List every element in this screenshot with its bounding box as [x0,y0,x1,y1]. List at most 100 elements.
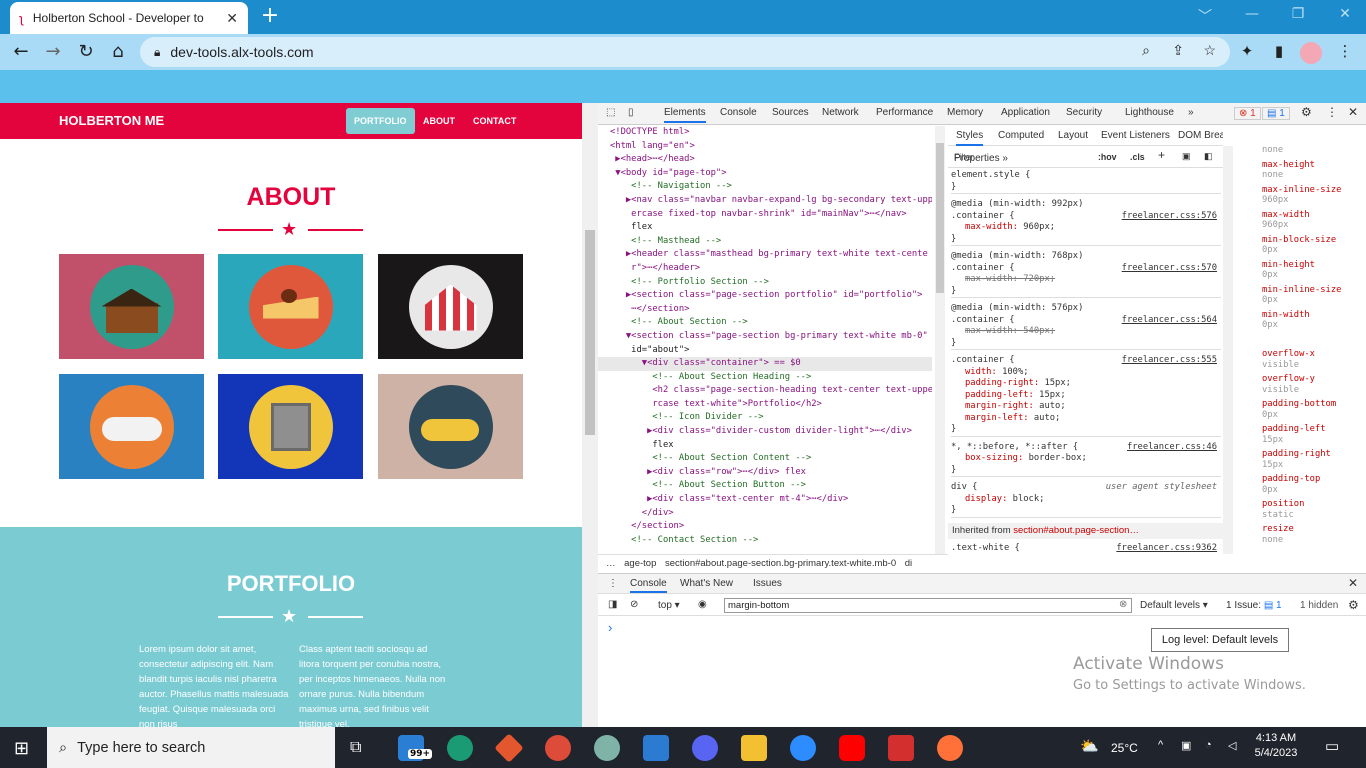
weather-temp[interactable]: 25°C [1111,741,1138,755]
drawer-tab-issues[interactable]: Issues [753,578,782,589]
rule-source-link[interactable]: user agent stylesheet [1106,482,1217,494]
dom-node-line[interactable]: <!-- About Section Heading --> [598,371,932,385]
page-scrollbar-thumb[interactable] [585,230,595,435]
youtube-icon[interactable] [839,735,865,761]
dom-node-line[interactable]: flex [598,221,932,235]
app-icon[interactable] [594,735,620,761]
window-close-icon[interactable]: ✕ [1330,6,1360,26]
rule-source-link[interactable]: freelancer.css:570 [1122,263,1217,275]
elements-scrollbar-thumb[interactable] [936,143,944,293]
tab-computed[interactable]: Computed [998,130,1044,142]
dom-node-line[interactable]: ▼<body id="page-top"> [598,167,932,181]
drawer-tab-console[interactable]: Console [630,578,667,593]
computed-property[interactable]: padding-right 15px [1238,449,1366,470]
breadcrumb-item[interactable]: … [606,558,616,569]
menu-kebab-icon[interactable]: ⋮ [1334,42,1356,64]
dom-node-line[interactable]: flex [598,439,932,453]
tab-sources[interactable]: Sources [772,107,809,118]
issues-link[interactable]: 1 Issue: ▤ 1 [1226,600,1282,611]
css-declaration[interactable]: padding-left: 15px; [951,390,1221,402]
zoom-icon[interactable] [790,735,816,761]
tab-network[interactable]: Network [822,107,859,118]
windows-start-icon[interactable]: ⊞ [14,738,29,759]
hov-toggle[interactable]: :hov [1098,152,1117,164]
css-declaration[interactable]: display: block; [951,494,1221,506]
style-rule[interactable]: @media (min-width: 992px) .container {fr… [951,199,1221,246]
tab-layout[interactable]: Layout [1058,130,1088,142]
dom-node-line[interactable]: ▶<div class="row">⋯</div> flex [598,466,932,480]
drawer-tab-whats-new[interactable]: What's New [680,578,733,589]
css-declaration[interactable]: max-width: 720px; [951,274,1221,286]
computed-property[interactable]: padding-bottom 0px [1238,399,1366,420]
file-explorer-icon[interactable] [741,735,767,761]
css-declaration[interactable]: padding-right: 15px; [951,378,1221,390]
tab-console[interactable]: Console [720,107,757,118]
computed-property[interactable]: overflow-x visible [1238,349,1366,370]
css-declaration[interactable]: box-sizing: border-box; [951,453,1221,465]
rule-source-link[interactable]: freelancer.css:564 [1122,315,1217,327]
computed-property[interactable]: padding-top 0px [1238,474,1366,495]
color-palette-icon[interactable]: ▣ [1182,151,1190,163]
computed-property[interactable]: padding-left 15px [1238,424,1366,445]
device-toggle-icon[interactable]: ▯ [628,107,634,118]
back-icon[interactable]: ← [10,42,32,64]
live-expression-eye-icon[interactable]: ◉ [698,599,707,610]
forward-icon[interactable]: → [42,42,64,64]
dom-node-line[interactable]: <!-- Portfolio Section --> [598,276,932,290]
tray-chevron-icon[interactable]: ^ [1158,739,1163,751]
tab-memory[interactable]: Memory [947,107,983,118]
chrome-icon[interactable] [545,735,571,761]
zoom-icon[interactable]: ⌕ [1142,42,1150,59]
toggle-sidebar-icon[interactable]: ◧ [1204,151,1212,163]
settings-gear-icon[interactable]: ⚙ [1301,105,1312,119]
volume-icon[interactable]: ◁ [1228,739,1236,752]
computed-property[interactable]: max-width 960px [1238,210,1366,231]
share-icon[interactable]: ⇪ [1172,42,1184,59]
computed-property[interactable]: min-block-size 0px [1238,235,1366,256]
console-settings-icon[interactable]: ⚙ [1348,598,1359,612]
nav-portfolio[interactable]: PORTFOLIO [346,108,415,134]
more-tabs-icon[interactable]: » [1188,107,1194,118]
dom-node-line[interactable]: <!-- About Section Button --> [598,479,932,493]
computed-property[interactable]: min-width 0px [1238,310,1366,331]
tab-active[interactable]: ʅ Holberton School - Developer to ✕ [10,2,248,34]
tab-lighthouse[interactable]: Lighthouse [1125,107,1174,118]
devtools-menu-icon[interactable]: ⋮ [1326,105,1338,119]
clear-console-icon[interactable]: ⊘ [630,599,638,610]
dom-node-line[interactable]: ▶<head>⋯</head> [598,153,932,167]
firefox-icon[interactable] [937,735,963,761]
error-badge[interactable]: ⊗ 1 [1234,107,1261,120]
dom-node-line[interactable]: ⋯</section> [598,303,932,317]
dom-node-line[interactable]: <!-- Navigation --> [598,180,932,194]
rule-source-link[interactable]: freelancer.css:576 [1122,211,1217,223]
tab-close-icon[interactable]: ✕ [226,10,238,27]
styles-scrollbar[interactable] [1223,146,1233,554]
dom-node-line[interactable]: <!DOCTYPE html> [598,126,932,140]
computed-property[interactable]: overflow-y visible [1238,374,1366,395]
portfolio-tile-circus[interactable] [378,254,523,359]
log-level-select[interactable]: Default levels ▾ [1140,600,1208,611]
clock[interactable]: 4:13 AM 5/4/2023 [1249,732,1303,759]
style-rule[interactable]: .text-white {freelancer.css:9362color: □… [951,543,1221,555]
dom-node-line[interactable]: ▶<header class="masthead bg-primary text… [598,248,932,262]
portfolio-tile-safe[interactable] [218,374,363,479]
tab-search-icon[interactable]: ﹀ [1190,6,1220,26]
more-styles-tabs-icon[interactable]: Properties » [954,153,1008,164]
portfolio-tile-game[interactable] [59,374,204,479]
tab-dom-breakpoints[interactable]: DOM Breakpoints [1178,130,1223,142]
computed-property[interactable]: max-inline-size 960px [1238,185,1366,206]
dom-node-line[interactable]: <!-- About Section Content --> [598,452,932,466]
dom-node-line[interactable]: <!-- Icon Divider --> [598,411,932,425]
computed-property[interactable]: none [1238,145,1366,156]
style-rule[interactable]: @media (min-width: 576px) .container {fr… [951,303,1221,350]
style-rule[interactable]: @media (min-width: 768px) .container {fr… [951,251,1221,298]
tab-event-listeners[interactable]: Event Listeners [1101,130,1170,142]
site-brand[interactable]: HOLBERTON ME [59,113,164,128]
nav-about[interactable]: ABOUT [415,108,463,134]
dom-node-line[interactable]: rcase text-white">Portfolio</h2> [598,398,932,412]
dom-node-line[interactable]: ercase fixed-top navbar-shrink" id="main… [598,208,932,222]
new-rule-icon[interactable]: + [1158,149,1165,162]
dom-node-line[interactable]: <!-- Contact Section --> [598,534,932,548]
home-icon[interactable]: ⌂ [107,42,129,64]
discord-icon[interactable] [692,735,718,761]
